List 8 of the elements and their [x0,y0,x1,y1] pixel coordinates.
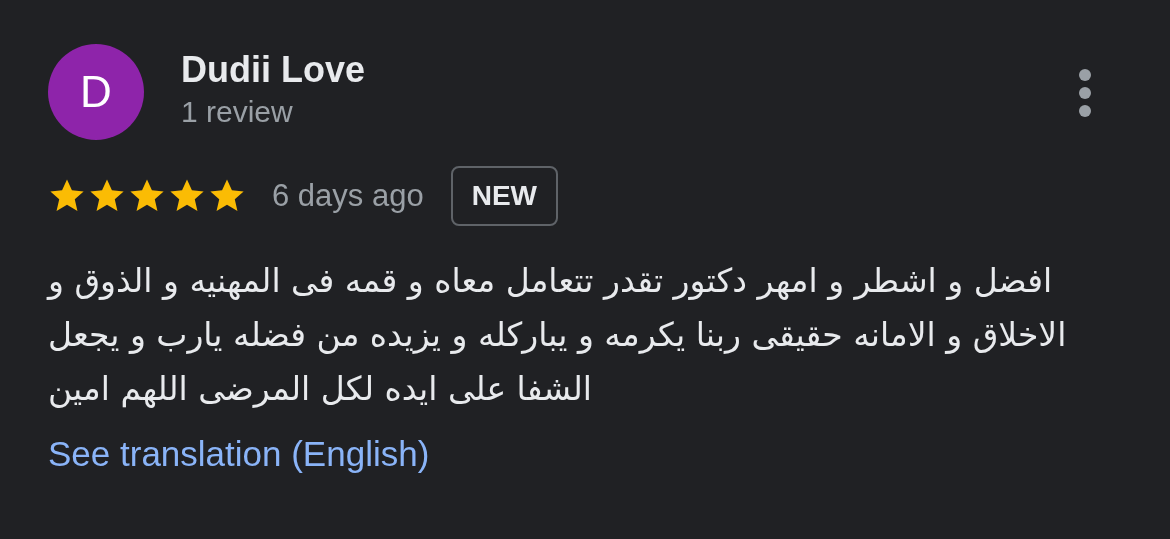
new-badge: NEW [450,166,558,226]
reviewer-name: Dudii Love [181,48,365,92]
avatar: D [48,44,144,140]
more-options-icon[interactable] [1078,68,1092,118]
review-count: 1 review [181,94,294,130]
review-date: 6 days ago [272,178,424,214]
review-text: افضل و اشطر و امهر دكتور تقدر تتعامل معاه و قمه فى المهنيه و الذوق و الاخلاق و الامانه حقيقى ربنا يكرمه و يباركله و يزيده من فضله يارب و يجعل الشفا على ايده لكل المرضى اللهم امين [48,260,1068,410]
translation-link[interactable]: See translation (English) [48,434,430,474]
